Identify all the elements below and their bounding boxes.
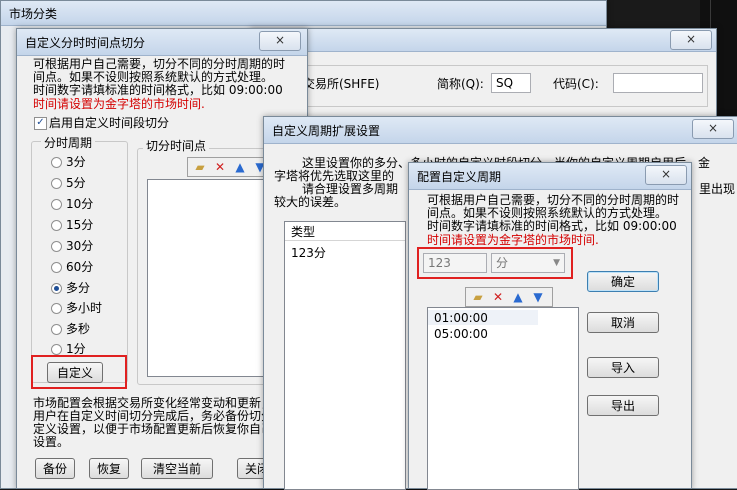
- period-radio-30[interactable]: 30分: [51, 239, 93, 253]
- note-line-3: 定义设置，以便于市场配置更新后恢复你自己: [33, 422, 274, 436]
- ext-dialog-close-button[interactable]: ×: [692, 119, 734, 139]
- period-label: 多小时: [66, 301, 103, 315]
- export-button[interactable]: 导出: [587, 395, 659, 416]
- period-label: 30分: [66, 239, 94, 253]
- market-window-title: 市场分类: [9, 7, 58, 21]
- ext-dialog-titlebar: 自定义周期扩展设置: [264, 117, 737, 144]
- split-desc-line-3: 时间数字请填标准的时间格式，比如 09:00:00: [33, 83, 283, 97]
- period-radio-15[interactable]: 15分: [51, 218, 93, 232]
- arrow-up-icon[interactable]: ▲: [232, 159, 248, 175]
- time-item[interactable]: 05:00:00: [434, 328, 488, 341]
- split-dialog-close-button[interactable]: ×: [259, 31, 301, 51]
- type-item[interactable]: 123分: [291, 247, 326, 260]
- period-label: 5分: [66, 176, 86, 190]
- restore-button[interactable]: 恢复: [89, 458, 129, 479]
- note-line-4: 设置。: [33, 435, 70, 449]
- short-name-label: 简称(Q):: [437, 77, 484, 91]
- delete-icon[interactable]: ✕: [490, 289, 506, 305]
- enable-custom-checkbox[interactable]: ✓: [34, 117, 47, 130]
- time-item[interactable]: 01:00:00: [434, 312, 488, 325]
- radio-dot: [51, 157, 62, 168]
- type-header-line: [285, 240, 405, 241]
- split-points-label: 切分时间点: [143, 137, 210, 154]
- period-radio-multi-min[interactable]: 多分: [51, 281, 90, 295]
- period-radio-5[interactable]: 5分: [51, 176, 86, 190]
- period-radio-multi-sec[interactable]: 多秒: [51, 322, 90, 336]
- folder-icon[interactable]: ▰: [192, 159, 208, 175]
- period-radio-3[interactable]: 3分: [51, 155, 86, 169]
- exchange-text: 交易所(SHFE): [303, 77, 380, 91]
- radio-dot: [51, 344, 62, 355]
- period-radio-60[interactable]: 60分: [51, 260, 93, 274]
- market-edit-titlebar: [251, 29, 716, 52]
- period-label: 多秒: [66, 322, 91, 336]
- arrow-down-icon[interactable]: ▼: [530, 289, 546, 305]
- custom-button-highlight: [31, 355, 127, 389]
- period-label: 15分: [66, 218, 94, 232]
- config-dialog-close-button[interactable]: ×: [645, 165, 687, 185]
- ext-dialog-title: 自定义周期扩展设置: [272, 124, 381, 138]
- period-radio-10[interactable]: 10分: [51, 197, 93, 211]
- period-highlight: [417, 247, 573, 279]
- code-label: 代码(C):: [553, 77, 599, 91]
- radio-dot: [51, 303, 62, 314]
- arrow-up-icon[interactable]: ▲: [510, 289, 526, 305]
- market-window-titlebar: 市场分类: [1, 1, 606, 26]
- radio-dot: [51, 324, 62, 335]
- market-edit-close-button[interactable]: ×: [670, 30, 712, 50]
- backup-button[interactable]: 备份: [35, 458, 75, 479]
- ext-desc-line-4: 较大的误差。: [274, 195, 347, 209]
- period-radio-multi-hour[interactable]: 多小时: [51, 301, 102, 315]
- enable-custom-label[interactable]: 启用自定义时间段切分: [49, 117, 169, 130]
- config-dialog-title: 配置自定义周期: [417, 170, 502, 184]
- period-label: 10分: [66, 197, 94, 211]
- radio-dot: [51, 241, 62, 252]
- radio-dot: [51, 262, 62, 273]
- period-label: 3分: [66, 155, 86, 169]
- radio-dot-selected: [51, 283, 62, 294]
- period-label: 多分: [66, 281, 91, 295]
- ext-desc-right: 里出现: [699, 182, 736, 196]
- time-list[interactable]: 01:00:00 05:00:00: [427, 307, 579, 490]
- ok-button[interactable]: 确定: [587, 271, 659, 292]
- import-button[interactable]: 导入: [587, 357, 659, 378]
- config-desc-line-3: 时间数字请填标准的时间格式，比如 09:00:00: [427, 219, 677, 233]
- radio-dot: [51, 199, 62, 210]
- code-input[interactable]: [613, 73, 703, 93]
- cancel-button[interactable]: 取消: [587, 312, 659, 333]
- folder-icon[interactable]: ▰: [470, 289, 486, 305]
- delete-icon[interactable]: ✕: [212, 159, 228, 175]
- type-header: 类型: [291, 225, 316, 239]
- split-warning: 时间请设置为金字塔的市场时间.: [33, 97, 205, 111]
- short-name-input[interactable]: SQ: [491, 73, 531, 93]
- config-warning: 时间请设置为金字塔的市场时间.: [427, 233, 599, 247]
- radio-dot: [51, 178, 62, 189]
- radio-dot: [51, 220, 62, 231]
- split-dialog-title: 自定义分时时间点切分: [25, 36, 146, 50]
- config-dialog: 配置自定义周期 × 可根据用户自己需要，切分不同的分时周期的时 间点。如果不设则…: [408, 162, 692, 490]
- period-radio-1[interactable]: 1分: [51, 342, 86, 356]
- type-list[interactable]: 类型 123分: [284, 221, 406, 490]
- config-toolbar: ▰ ✕ ▲ ▼: [465, 287, 553, 307]
- period-label: 1分: [66, 342, 86, 356]
- period-group-label: 分时周期: [41, 134, 96, 151]
- period-label: 60分: [66, 260, 94, 274]
- clear-current-button[interactable]: 清空当前: [141, 458, 213, 479]
